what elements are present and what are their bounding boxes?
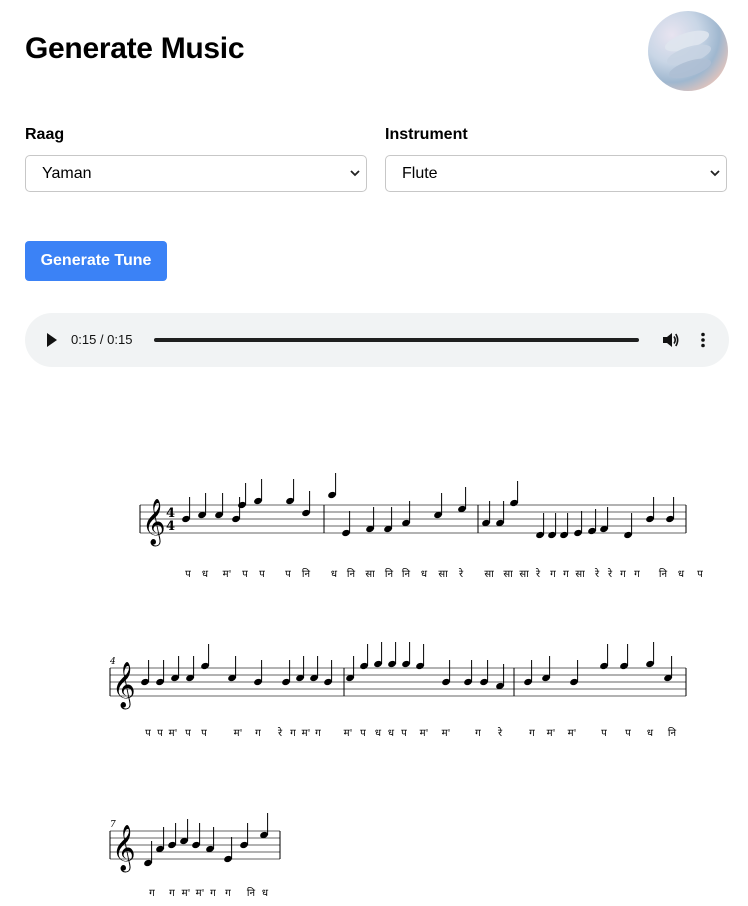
play-icon[interactable]: [46, 333, 58, 347]
lyric-syllable: ग: [210, 888, 216, 899]
staff-system-2: 𝄞प प म' प प म' ग रे ग म' ग म' प ध ध प म' म' ग रे ग म' म' प प ध नि: [109, 642, 687, 739]
lyric-syllable: ध: [202, 569, 209, 580]
lyric-syllable: प: [242, 569, 248, 580]
lyric-syllable: ग: [255, 728, 261, 739]
lyric-syllable: सा: [484, 569, 494, 580]
lyric-syllable: म': [568, 728, 577, 739]
lyric-syllable: प: [601, 728, 607, 739]
treble-clef: 𝄞: [112, 825, 136, 873]
lyric-syllable: नि: [385, 568, 394, 580]
lyric-syllable: ध: [421, 569, 428, 580]
lyric-syllable: रे: [535, 568, 541, 580]
lyric-syllable: नि: [302, 568, 311, 580]
lyric-syllable: ग: [290, 728, 296, 739]
lyric-syllable: ग: [529, 728, 535, 739]
lyric-syllable: प: [625, 728, 631, 739]
time-signature: 4: [166, 519, 175, 534]
lyric-syllable: ध: [375, 728, 382, 739]
lyric-syllable: प: [697, 569, 703, 580]
lyric-syllable: ग: [563, 569, 569, 580]
audio-time: 0:15 / 0:15: [71, 332, 133, 347]
lyric-syllable: सा: [438, 569, 448, 580]
lyric-syllable: प: [185, 569, 191, 580]
lyric-syllable: प: [285, 569, 291, 580]
lyric-syllable: सा: [575, 569, 585, 580]
audio-progress-bar[interactable]: [154, 338, 639, 342]
lyric-syllable: सा: [519, 569, 529, 580]
lyric-syllable: नि: [402, 568, 411, 580]
lyric-syllable: ध: [647, 728, 654, 739]
generate-tune-button[interactable]: Generate Tune: [25, 241, 167, 281]
lyric-syllable: प: [259, 569, 265, 580]
lyric-syllable: म': [223, 569, 232, 580]
lyric-syllable: म': [302, 728, 311, 739]
lyric-syllable: ग: [149, 888, 155, 899]
raag-select-value: Yaman: [42, 165, 92, 182]
lyric-syllable: म': [420, 728, 429, 739]
measure-number: 7: [110, 820, 116, 830]
lyric-syllable: म': [182, 888, 191, 899]
lyric-syllable: म': [196, 888, 205, 899]
lyric-syllable: प: [401, 728, 407, 739]
lyric-syllable: ध: [388, 728, 395, 739]
staff-system-1: 𝄞प ध म' प प प नि ध नि सा नि नि ध सा रे सा सा सा रे ग ग सा रे रे…: [139, 473, 703, 580]
lyric-syllable: ग: [620, 569, 626, 580]
raag-label: Raag: [25, 126, 65, 143]
more-options-icon[interactable]: [699, 332, 707, 348]
lyric-syllable: म': [169, 728, 178, 739]
lyric-syllable: ध: [331, 569, 338, 580]
lyric-syllable: म': [344, 728, 353, 739]
lyric-syllable: ध: [262, 888, 269, 899]
measure-number: 4: [109, 657, 116, 667]
lyric-syllable: सा: [365, 569, 375, 580]
lyric-syllable: सा: [503, 569, 513, 580]
instrument-select[interactable]: Flute: [385, 155, 727, 192]
lyric-syllable: रे: [497, 727, 503, 739]
lyric-syllable: ग: [169, 888, 175, 899]
audio-player: 0:15 / 0:15: [25, 313, 729, 367]
chevron-down-icon: [710, 170, 720, 177]
lyric-syllable: म': [234, 728, 243, 739]
lyric-syllable: प: [360, 728, 366, 739]
sheet-music: 𝄞प ध म' प प प नि ध नि सा नि नि ध सा रे सा सा सा रे ग ग सा रे रे…: [109, 473, 703, 899]
lyric-syllable: प: [201, 728, 207, 739]
lyric-syllable: ध: [678, 569, 685, 580]
lyric-syllable: म': [442, 728, 451, 739]
lyric-syllable: प: [145, 728, 151, 739]
staff-system-3: 𝄞ग ग म' म' ग ग नि ध: [109, 813, 281, 899]
treble-clef: 𝄞: [112, 662, 136, 710]
volume-icon[interactable]: [662, 331, 680, 349]
lyric-syllable: म': [547, 728, 556, 739]
lyric-syllable: नि: [668, 727, 677, 739]
lyric-syllable: ग: [634, 569, 640, 580]
lyric-syllable: नि: [659, 568, 668, 580]
lyric-syllable: रे: [594, 568, 600, 580]
page-title: Generate Music: [25, 32, 245, 65]
lyric-syllable: प: [157, 728, 163, 739]
treble-clef: 𝄞: [142, 499, 166, 547]
lyric-syllable: नि: [247, 887, 256, 899]
avatar[interactable]: [648, 11, 728, 91]
lyric-syllable: प: [185, 728, 191, 739]
lyric-syllable: रे: [277, 727, 283, 739]
chevron-down-icon: [350, 170, 360, 177]
lyric-syllable: ग: [550, 569, 556, 580]
lyric-syllable: नि: [347, 568, 356, 580]
instrument-label: Instrument: [385, 126, 468, 143]
lyric-syllable: ग: [475, 728, 481, 739]
instrument-select-value: Flute: [402, 165, 438, 182]
lyric-syllable: रे: [607, 568, 613, 580]
lyric-syllable: ग: [225, 888, 231, 899]
raag-select[interactable]: Yaman: [25, 155, 367, 192]
lyric-syllable: रे: [458, 568, 464, 580]
lyric-syllable: ग: [315, 728, 321, 739]
